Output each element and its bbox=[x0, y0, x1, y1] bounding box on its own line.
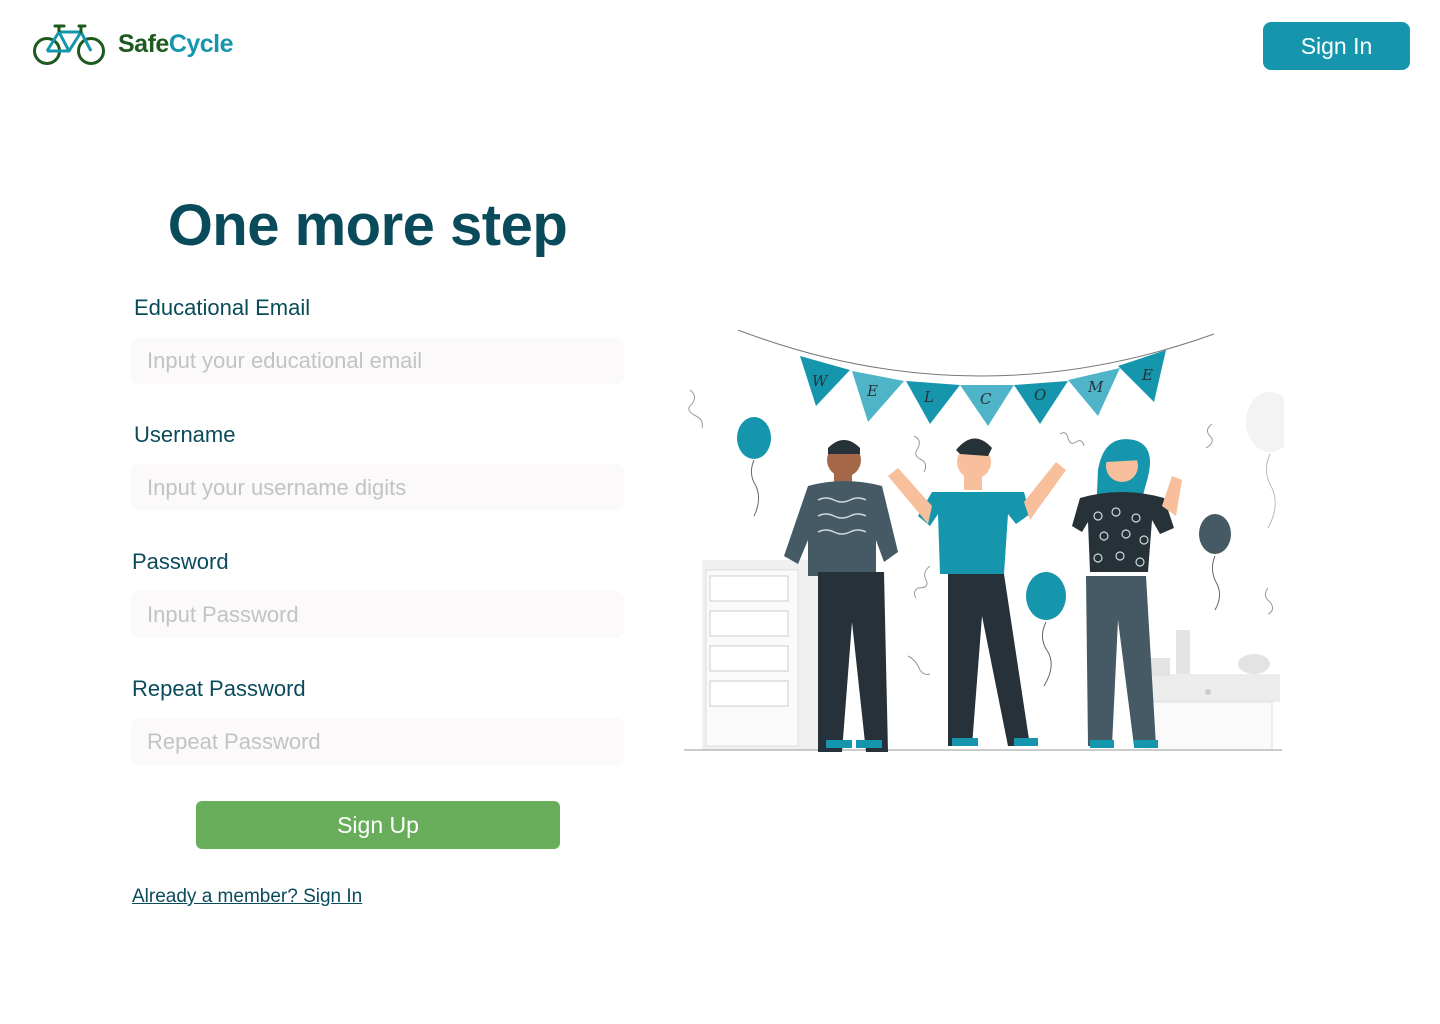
brand-name-part1: Safe bbox=[118, 30, 169, 58]
balloon-string bbox=[750, 459, 760, 517]
email-input[interactable] bbox=[131, 337, 624, 384]
username-input[interactable] bbox=[131, 464, 624, 511]
banner-letter: O bbox=[1034, 386, 1046, 404]
confetti-squiggle bbox=[1205, 423, 1213, 449]
banner-letter: C bbox=[980, 390, 992, 408]
banner-letter: M bbox=[1087, 378, 1104, 396]
balloon bbox=[737, 417, 771, 459]
header-signin-button[interactable]: Sign In bbox=[1263, 22, 1410, 70]
brand-logo[interactable]: SafeCycle bbox=[33, 22, 234, 67]
balloon-string bbox=[1211, 555, 1221, 611]
balloon-string bbox=[1266, 453, 1276, 529]
banner-letter: E bbox=[1141, 366, 1153, 384]
brand-name-part2: Cycle bbox=[168, 30, 234, 58]
balloon bbox=[1246, 392, 1284, 452]
balloon-string bbox=[1042, 621, 1052, 687]
email-label: Educational Email bbox=[134, 295, 311, 320]
banner-letter: W bbox=[812, 372, 829, 390]
balloon bbox=[1026, 572, 1066, 620]
brand-name: SafeCycle bbox=[118, 30, 234, 59]
repeat-password-label: Repeat Password bbox=[132, 676, 306, 701]
welcome-illustration: W E L C O M E bbox=[684, 330, 1284, 752]
balloon bbox=[1199, 514, 1231, 554]
confetti-squiggle bbox=[913, 565, 931, 599]
password-input[interactable] bbox=[131, 591, 624, 638]
confetti-squiggle bbox=[907, 655, 931, 675]
bicycle-icon bbox=[33, 24, 105, 65]
banner-flag bbox=[852, 371, 904, 422]
welcome-banner: W E L C O M E bbox=[800, 350, 1166, 426]
repeat-password-input[interactable] bbox=[131, 718, 624, 765]
confetti-squiggle bbox=[913, 435, 927, 473]
password-label: Password bbox=[132, 549, 229, 574]
banner-letter: L bbox=[923, 388, 934, 406]
username-label: Username bbox=[134, 422, 236, 447]
signup-button[interactable]: Sign Up bbox=[196, 801, 560, 849]
confetti-squiggle bbox=[1059, 432, 1085, 447]
confetti-squiggle bbox=[688, 389, 703, 429]
confetti-squiggle bbox=[1264, 587, 1274, 615]
drawer-cabinet bbox=[702, 560, 818, 750]
banner-letter: E bbox=[866, 382, 878, 400]
signin-link[interactable]: Already a member? Sign In bbox=[132, 886, 362, 908]
page-title: One more step bbox=[167, 193, 568, 258]
